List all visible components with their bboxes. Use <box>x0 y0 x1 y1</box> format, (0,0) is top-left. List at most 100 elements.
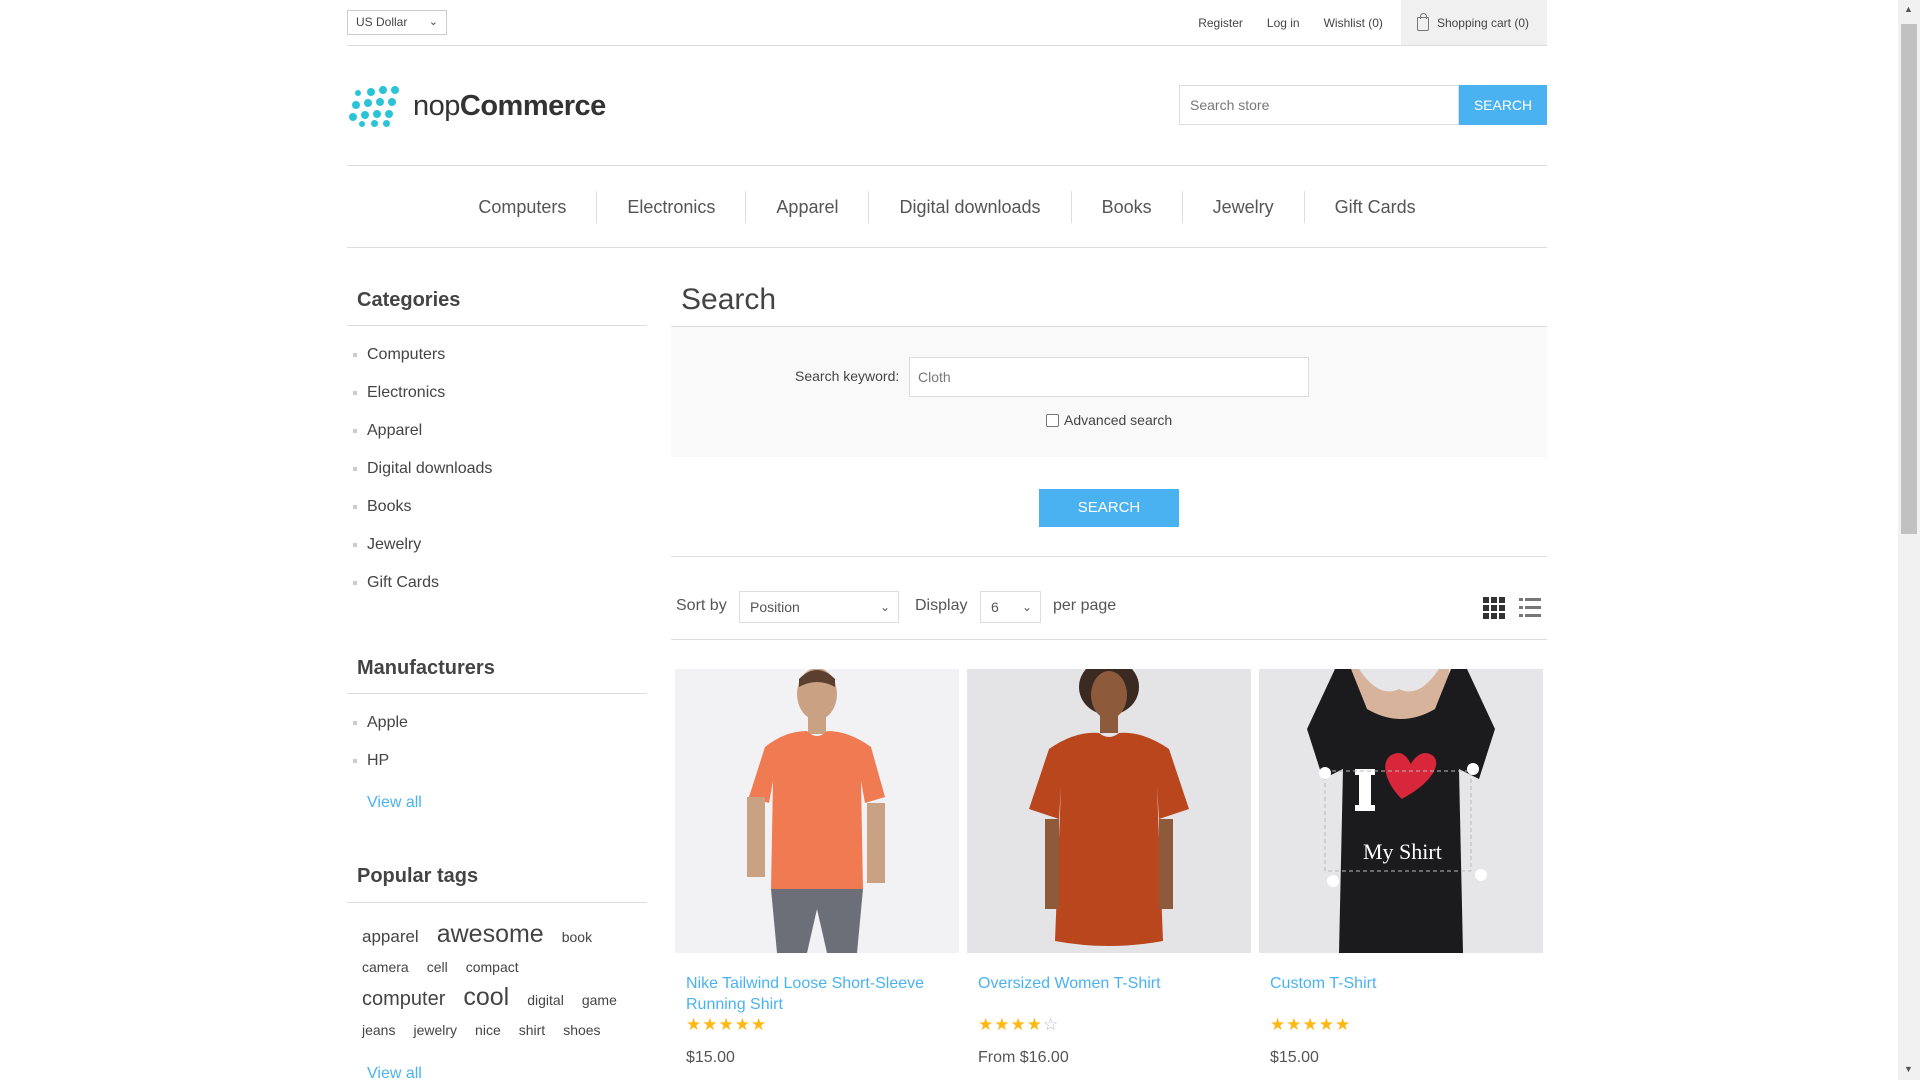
tag-link[interactable]: computer <box>362 984 445 1014</box>
star-icon: ★ <box>1318 1015 1335 1034</box>
search-form-panel: Search keyword: Cloth Advanced search <box>671 327 1547 457</box>
category-item[interactable]: Apparel <box>347 412 647 450</box>
tags-view-all-link[interactable]: View all <box>347 1045 647 1080</box>
star-icon: ★ <box>1270 1015 1287 1034</box>
category-item[interactable]: Gift Cards <box>347 564 647 602</box>
wishlist-link[interactable]: Wishlist (0) <box>1312 16 1395 30</box>
product-rating: ★★★★☆ <box>967 1015 1251 1037</box>
header-main: nopCommerce Search store SEARCH <box>347 46 1547 166</box>
page-size-select[interactable]: 6 ⌄ <box>980 591 1041 623</box>
tag-link[interactable]: camera <box>362 952 409 982</box>
display-label: Display <box>915 597 968 614</box>
sidebar: Categories Computers Electronics Apparel… <box>347 248 647 1080</box>
tag-link[interactable]: compact <box>466 952 519 982</box>
shopping-cart-link[interactable]: Shopping cart (0) <box>1400 0 1547 45</box>
category-item[interactable]: Jewelry <box>347 526 647 564</box>
category-item[interactable]: Digital downloads <box>347 450 647 488</box>
star-icon: ★ <box>1335 1015 1352 1034</box>
product-price: $15.00 <box>1270 1049 1319 1066</box>
manufacturers-view-all-link[interactable]: View all <box>347 780 647 828</box>
sort-by-value: Position <box>750 599 800 615</box>
product-item: Oversized Women T-Shirt ★★★★☆ From $16.0… <box>967 669 1251 1067</box>
category-item[interactable]: Books <box>347 488 647 526</box>
tag-link[interactable]: apparel <box>362 922 419 952</box>
star-empty-icon: ☆ <box>1043 1015 1060 1034</box>
currency-selector[interactable]: US Dollar ⌄ <box>347 10 447 35</box>
advanced-search-checkbox[interactable] <box>1046 413 1059 427</box>
manufacturers-list: Apple HP <box>347 694 647 780</box>
list-view-icon[interactable] <box>1519 597 1541 619</box>
store-logo[interactable]: nopCommerce <box>349 86 606 127</box>
categories-list: Computers Electronics Apparel Digital do… <box>347 326 647 602</box>
product-grid: Nike Tailwind Loose Short-Sleeve Running… <box>675 669 1551 1067</box>
popular-tags-cloud: apparel awesome book camera cell compact… <box>347 903 647 1045</box>
logo-text-bold: Commerce <box>459 89 606 122</box>
category-item[interactable]: Computers <box>347 336 647 374</box>
star-icon: ★ <box>751 1015 768 1034</box>
manufacturer-item[interactable]: HP <box>347 742 647 780</box>
nav-item-electronics[interactable]: Electronics <box>597 190 747 223</box>
tag-link[interactable]: digital <box>527 985 564 1015</box>
product-image[interactable] <box>675 669 959 953</box>
logo-text-light: nop <box>413 89 460 122</box>
category-item[interactable]: Electronics <box>347 374 647 412</box>
tag-link[interactable]: cool <box>463 982 509 1012</box>
tag-link[interactable]: nice <box>475 1015 501 1045</box>
tag-link[interactable]: jewelry <box>413 1015 457 1045</box>
logo-dots-icon <box>349 86 405 127</box>
popular-tags-title: Popular tags <box>347 828 647 903</box>
product-title-link[interactable]: Custom T-Shirt <box>1259 953 1543 1015</box>
advanced-search-option[interactable]: Advanced search <box>1046 412 1172 428</box>
search-button[interactable]: SEARCH <box>1039 489 1179 527</box>
shopping-cart-label: Shopping cart (0) <box>1436 15 1529 30</box>
manufacturer-item[interactable]: Apple <box>347 704 647 742</box>
star-icon: ★ <box>1010 1015 1027 1034</box>
nav-item-computers[interactable]: Computers <box>448 190 598 223</box>
star-icon: ★ <box>1026 1015 1043 1034</box>
store-search-input[interactable]: Search store <box>1179 85 1459 125</box>
login-link[interactable]: Log in <box>1255 16 1312 30</box>
scroll-up-arrow-icon[interactable]: ▲ <box>1904 4 1913 14</box>
shopping-bag-icon <box>1416 12 1429 31</box>
nav-item-digital-downloads[interactable]: Digital downloads <box>869 190 1072 223</box>
star-icon: ★ <box>1302 1015 1319 1034</box>
nav-item-apparel[interactable]: Apparel <box>746 190 870 223</box>
header-links: Register Log in Wishlist (0) Shopping ca… <box>1186 0 1547 45</box>
product-rating: ★★★★★ <box>675 1015 959 1037</box>
product-item: Nike Tailwind Loose Short-Sleeve Running… <box>675 669 959 1067</box>
page-scrollbar[interactable]: ▲ ▼ <box>1898 0 1920 1080</box>
page: US Dollar ⌄ Register Log in Wishlist (0)… <box>0 0 1920 1080</box>
scroll-thumb[interactable] <box>1901 24 1917 534</box>
product-image[interactable]: My Shirt <box>1259 669 1543 953</box>
product-title-link[interactable]: Nike Tailwind Loose Short-Sleeve Running… <box>675 953 959 1015</box>
tag-link[interactable]: game <box>582 985 617 1015</box>
tag-link[interactable]: shoes <box>563 1015 600 1045</box>
star-icon: ★ <box>978 1015 995 1034</box>
page-title: Search <box>671 248 1547 327</box>
manufacturers-title: Manufacturers <box>347 602 647 694</box>
product-image[interactable] <box>967 669 1251 953</box>
top-menu: Computers Electronics Apparel Digital do… <box>347 166 1547 248</box>
star-icon: ★ <box>1286 1015 1303 1034</box>
custom-shirt-caption: My Shirt <box>1363 839 1442 864</box>
tag-link[interactable]: jeans <box>362 1015 395 1045</box>
tag-link[interactable]: book <box>562 922 592 952</box>
logo-text: nopCommerce <box>413 90 606 123</box>
chevron-down-icon: ⌄ <box>879 600 890 614</box>
search-keyword-input[interactable]: Cloth <box>909 357 1309 397</box>
main-content: Search Search keyword: Cloth Advanced se… <box>671 248 1547 1066</box>
nav-item-jewelry[interactable]: Jewelry <box>1183 190 1305 223</box>
tag-link[interactable]: cell <box>427 952 448 982</box>
grid-view-icon[interactable] <box>1483 597 1505 619</box>
nav-item-books[interactable]: Books <box>1072 190 1183 223</box>
store-search-button[interactable]: SEARCH <box>1459 85 1547 125</box>
register-link[interactable]: Register <box>1186 16 1255 30</box>
sort-by-select[interactable]: Position ⌄ <box>739 591 899 623</box>
nav-item-gift-cards[interactable]: Gift Cards <box>1305 191 1446 223</box>
product-title-link[interactable]: Oversized Women T-Shirt <box>967 953 1251 1015</box>
product-price: From $16.00 <box>978 1049 1069 1066</box>
currency-value: US Dollar <box>356 15 408 29</box>
tag-link[interactable]: shirt <box>519 1015 545 1045</box>
tag-link[interactable]: awesome <box>437 919 544 949</box>
scroll-down-arrow-icon[interactable]: ▼ <box>1904 1064 1913 1074</box>
